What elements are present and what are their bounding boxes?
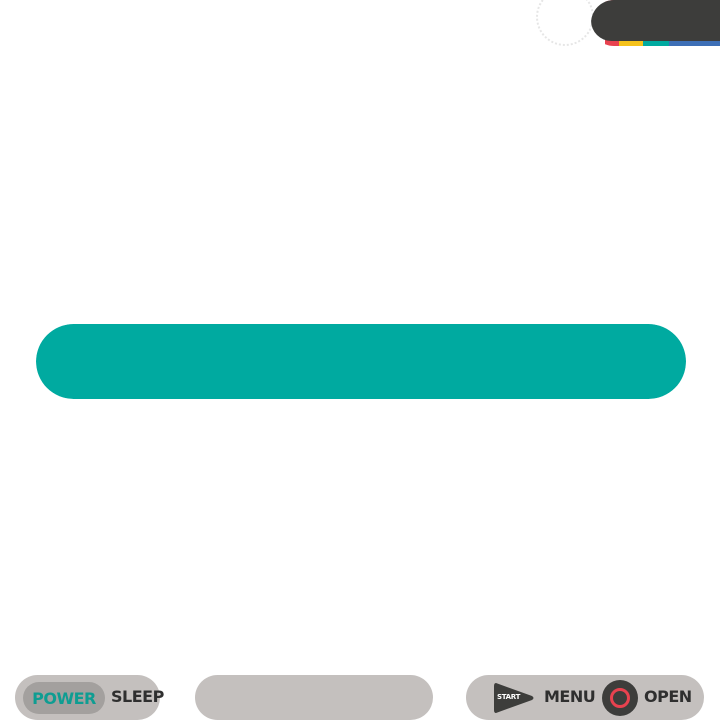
power-button[interactable]: POWER [23,682,105,714]
center-control-pill [195,675,433,720]
menu-button[interactable]: MENU [544,687,596,706]
open-label[interactable]: OPEN [644,687,692,706]
sleep-button[interactable]: SLEEP [111,687,164,706]
ghost-circle-outline [536,0,594,46]
status-pill-body [591,0,720,41]
start-label: START [497,693,521,701]
start-button[interactable]: START [492,681,536,715]
progress-bar [36,324,686,399]
open-button[interactable] [602,680,638,716]
circle-icon [610,688,630,708]
status-pill [591,0,720,46]
progress-bar-fill [36,324,686,399]
menu-open-control: START MENU OPEN [466,675,704,720]
power-sleep-control: POWER SLEEP [15,675,164,720]
